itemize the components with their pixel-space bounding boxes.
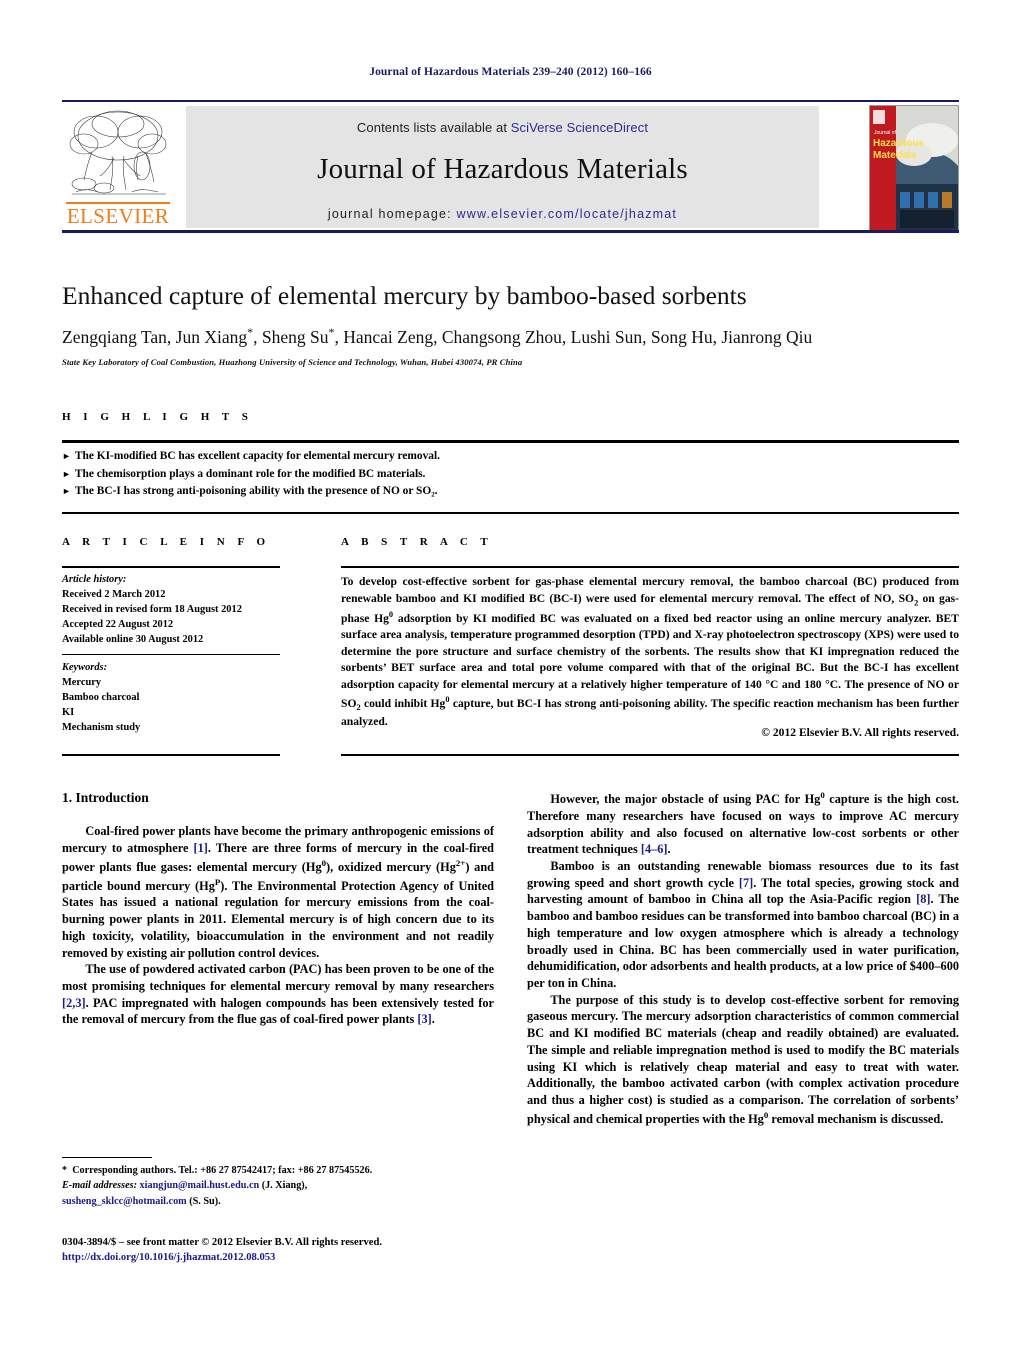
highlight-text: The KI-modified BC has excellent capacit… — [74, 450, 440, 462]
body-column-right: However, the major obstacle of using PAC… — [527, 789, 959, 1128]
history-item: Available online 30 August 2012 — [62, 634, 204, 646]
masthead-bottom-rule — [62, 230, 959, 233]
triangle-right-icon: ► — [62, 486, 71, 497]
issn-line: 0304-3894/$ – see front matter © 2012 El… — [62, 1237, 382, 1248]
author-list: Zengqiang Tan, Jun Xiang*, Sheng Su*, Ha… — [62, 325, 813, 347]
homepage-line: journal homepage: www.elsevier.com/locat… — [186, 207, 819, 221]
highlights-bottom-rule — [62, 512, 959, 514]
highlight-text: The BC-I has strong anti-poisoning abili… — [74, 485, 438, 498]
elsevier-wordmark: ELSEVIER — [66, 203, 170, 228]
keyword-item: Mercury — [62, 677, 102, 689]
homepage-url-link[interactable]: www.elsevier.com/locate/jhazmat — [457, 207, 678, 221]
affiliation: State Key Laboratory of Coal Combustion,… — [62, 357, 523, 367]
doi-link[interactable]: http://dx.doi.org/10.1016/j.jhazmat.2012… — [62, 1250, 522, 1265]
email-note-2: susheng_sklcc@hotmail.com (S. Su). — [62, 1195, 221, 1207]
paragraph: The purpose of this study is to develop … — [527, 992, 959, 1126]
article-info-bottom-rule — [62, 754, 280, 757]
svg-text:Journal of: Journal of — [874, 130, 897, 136]
elsevier-tree-icon — [69, 110, 167, 195]
highlights-list: ► The KI-modified BC has excellent capaci… — [62, 448, 959, 501]
cover-artwork-icon: Journal of Hazardous Materials — [870, 106, 958, 230]
history-item: Received 2 March 2012 — [62, 589, 166, 601]
highlights-label: H I G H L I G H T S — [62, 411, 253, 423]
abstract-top-rule — [341, 566, 959, 568]
footnote-block: * Corresponding authors. Tel.: +86 27 87… — [62, 1163, 502, 1209]
keyword-item: Bamboo charcoal — [62, 692, 140, 704]
paragraph: Coal-fired power plants have become the … — [62, 824, 495, 960]
copyright-line: © 2012 Elsevier B.V. All rights reserved… — [761, 726, 959, 739]
contents-prefix: Contents lists available at — [356, 120, 511, 135]
paragraph: The use of powdered activated carbon (PA… — [62, 962, 494, 1027]
triangle-right-icon: ► — [62, 468, 71, 479]
email-note: E-mail addresses: xiangjun@mail.hust.edu… — [62, 1180, 308, 1192]
highlight-item: ► The KI-modified BC has excellent capaci… — [62, 448, 959, 466]
body-column-left: 1. Introduction Coal-fired power plants … — [62, 789, 494, 1028]
issn-block: 0304-3894/$ – see front matter © 2012 El… — [62, 1235, 522, 1266]
svg-text:Materials: Materials — [873, 150, 917, 161]
keywords-label: Keywords: — [62, 662, 108, 673]
section-heading-introduction: 1. Introduction — [62, 790, 149, 805]
paragraph: Bamboo is an outstanding renewable bioma… — [527, 858, 959, 990]
article-history: Article history: Received 2 March 2012 R… — [62, 572, 292, 647]
keywords-rule — [62, 654, 280, 656]
homepage-prefix: journal homepage: — [327, 207, 457, 221]
journal-masthead: ELSEVIER Contents lists available at Sci… — [62, 100, 959, 233]
paragraph: However, the major obstacle of using PAC… — [527, 790, 960, 857]
highlight-item: ► The BC-I has strong anti-poisoning abil… — [62, 483, 959, 501]
page-title: Enhanced capture of elemental mercury by… — [62, 281, 747, 310]
journal-banner: Contents lists available at SciVerse Sci… — [186, 106, 819, 228]
highlight-item: ► The chemisorption plays a dominant role… — [62, 466, 959, 484]
abstract-label: A B S T R A C T — [341, 536, 493, 548]
history-item: Received in revised form 18 August 2012 — [62, 604, 242, 616]
article-info-label: A R T I C L E I N F O — [62, 536, 271, 548]
history-label: Article history: — [62, 574, 127, 585]
highlights-top-rule — [62, 440, 959, 443]
journal-cover-thumbnail[interactable]: Journal of Hazardous Materials — [869, 105, 959, 231]
triangle-right-icon: ► — [62, 451, 71, 461]
abstract-bottom-rule — [341, 754, 959, 757]
article-page: Journal of Hazardous Materials 239–240 (… — [0, 0, 1021, 1351]
corresponding-authors-note: * Corresponding authors. Tel.: +86 27 87… — [62, 1165, 373, 1176]
keyword-item: Mechanism study — [62, 722, 141, 734]
journal-title: Journal of Hazardous Materials — [317, 153, 688, 185]
keywords-block: Keywords: Mercury Bamboo charcoal KI Mec… — [62, 660, 292, 735]
svg-text:Hazardous: Hazardous — [873, 138, 925, 149]
contents-line: Contents lists available at SciVerse Sci… — [186, 106, 819, 135]
masthead-top-rule — [62, 100, 959, 102]
article-info-rule — [62, 566, 280, 568]
highlight-text: The chemisorption plays a dominant role … — [74, 467, 426, 480]
footnote-rule — [62, 1157, 152, 1159]
running-head: Journal of Hazardous Materials 239–240 (… — [369, 66, 652, 78]
keyword-item: KI — [62, 707, 75, 719]
sciencedirect-link[interactable]: SciVerse ScienceDirect — [511, 120, 648, 135]
abstract-text: To develop cost-effective sorbent for ga… — [341, 575, 959, 728]
elsevier-logo[interactable]: ELSEVIER — [62, 106, 174, 228]
history-item: Accepted 22 August 2012 — [62, 619, 174, 631]
